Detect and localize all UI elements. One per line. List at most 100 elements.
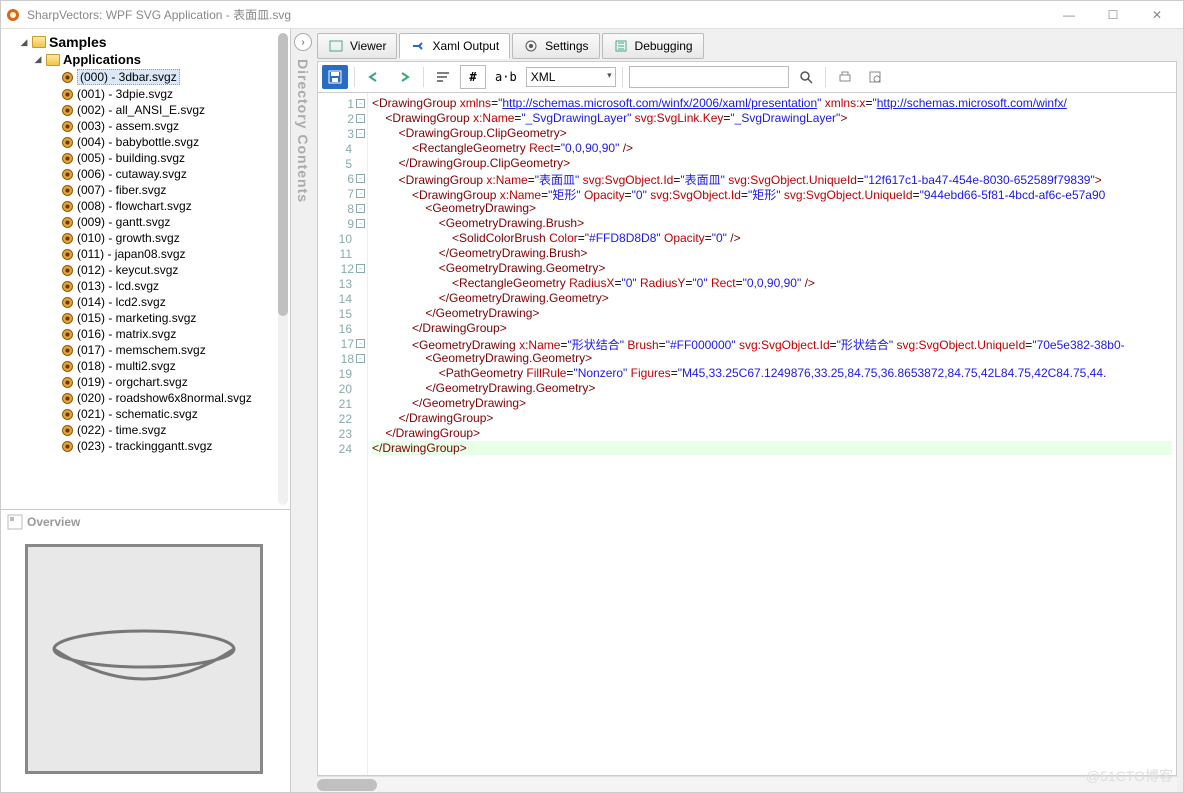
tab-label: Settings (545, 39, 588, 53)
tab-xaml-output[interactable]: Xaml Output (399, 33, 510, 59)
search-input[interactable] (629, 66, 789, 88)
save-button[interactable] (322, 65, 348, 89)
window-title: SharpVectors: WPF SVG Application - 表面皿.… (27, 6, 1047, 23)
tab-icon (523, 38, 539, 54)
gear-icon (61, 408, 74, 421)
tree-item[interactable]: (019) - orgchart.svgz (61, 374, 286, 390)
fold-icon[interactable]: - (356, 264, 365, 273)
gear-icon (61, 184, 74, 197)
search-button[interactable] (793, 65, 819, 89)
tree-item[interactable]: (016) - matrix.svgz (61, 326, 286, 342)
tree-item[interactable]: (017) - memschem.svgz (61, 342, 286, 358)
minimize-button[interactable]: — (1047, 2, 1091, 28)
fold-icon[interactable]: - (356, 129, 365, 138)
fold-icon[interactable]: - (356, 219, 365, 228)
language-select[interactable]: XML (526, 67, 616, 87)
gear-icon (61, 280, 74, 293)
gear-icon (61, 360, 74, 373)
tree-item-label: (021) - schematic.svgz (77, 407, 198, 421)
gutter: 1-2-3-456-7-8-9-101112-1314151617-18-192… (318, 93, 368, 775)
tab-icon (613, 38, 629, 54)
caret-icon[interactable]: ◢ (33, 54, 43, 65)
scrollbar-thumb[interactable] (317, 779, 377, 791)
tree-item[interactable]: (000) - 3dbar.svgz (61, 68, 286, 86)
tree-item[interactable]: (011) - japan08.svgz (61, 246, 286, 262)
tree-item[interactable]: (013) - lcd.svgz (61, 278, 286, 294)
maximize-button[interactable]: ☐ (1091, 2, 1135, 28)
fold-icon[interactable]: - (356, 114, 365, 123)
gear-icon (61, 120, 74, 133)
tree-item[interactable]: (023) - trackinggantt.svgz (61, 438, 286, 454)
fold-icon[interactable]: - (356, 174, 365, 183)
watermark: @51CTO博客 (1086, 766, 1173, 786)
tree-item-label: (012) - keycut.svgz (77, 263, 178, 277)
fold-icon[interactable]: - (356, 354, 365, 363)
fold-icon[interactable]: - (356, 99, 365, 108)
tree-item[interactable]: (018) - multi2.svgz (61, 358, 286, 374)
tree-item[interactable]: (015) - marketing.svgz (61, 310, 286, 326)
overview-title: Overview (1, 510, 290, 534)
tree-item[interactable]: (020) - roadshow6x8normal.svgz (61, 390, 286, 406)
tree-item[interactable]: (012) - keycut.svgz (61, 262, 286, 278)
print-button[interactable] (832, 65, 858, 89)
splitter-collapse-icon[interactable]: › (294, 33, 312, 51)
tree-area: ◢ Samples ◢ Applications (000) - 3dbar.s… (1, 29, 290, 509)
overview-panel: Overview (1, 509, 290, 792)
tab-debugging[interactable]: Debugging (602, 33, 704, 59)
tree-item[interactable]: (002) - all_ANSI_E.svgz (61, 102, 286, 118)
tree-item[interactable]: (014) - lcd2.svgz (61, 294, 286, 310)
app-icon (5, 7, 21, 23)
caret-icon[interactable]: ◢ (19, 37, 29, 48)
gear-icon (61, 88, 74, 101)
titlebar: SharpVectors: WPF SVG Application - 表面皿.… (1, 1, 1183, 29)
folder-icon (46, 54, 60, 66)
tree-item-label: (003) - assem.svgz (77, 119, 179, 133)
tree-item[interactable]: (010) - growth.svgz (61, 230, 286, 246)
wordwrap-button[interactable] (430, 65, 456, 89)
tree-item-label: (004) - babybottle.svgz (77, 135, 199, 149)
close-button[interactable]: ✕ (1135, 2, 1179, 28)
tree-item[interactable]: (003) - assem.svgz (61, 118, 286, 134)
fold-icon[interactable]: - (356, 339, 365, 348)
tree-apps[interactable]: ◢ Applications (33, 51, 286, 68)
tree-item[interactable]: (006) - cutaway.svgz (61, 166, 286, 182)
code-editor[interactable]: 1-2-3-456-7-8-9-101112-1314151617-18-192… (317, 93, 1177, 776)
ab-button[interactable]: a·b (490, 65, 522, 89)
overview-preview (25, 544, 263, 774)
fold-icon[interactable]: - (356, 204, 365, 213)
tab-viewer[interactable]: Viewer (317, 33, 397, 59)
redo-button[interactable] (391, 65, 417, 89)
tab-label: Xaml Output (432, 39, 499, 53)
splitter[interactable]: › Directory Contents (291, 29, 315, 792)
tree-item-label: (010) - growth.svgz (77, 231, 180, 245)
tab-settings[interactable]: Settings (512, 33, 599, 59)
tree-root[interactable]: ◢ Samples (19, 33, 286, 51)
tree-item[interactable]: (021) - schematic.svgz (61, 406, 286, 422)
tree-item-label: (011) - japan08.svgz (77, 247, 186, 261)
tree-item[interactable]: (022) - time.svgz (61, 422, 286, 438)
tree-item[interactable]: (004) - babybottle.svgz (61, 134, 286, 150)
gear-icon (61, 312, 74, 325)
undo-button[interactable] (361, 65, 387, 89)
tree-item[interactable]: (005) - building.svgz (61, 150, 286, 166)
gear-icon (61, 376, 74, 389)
tree-item[interactable]: (009) - gantt.svgz (61, 214, 286, 230)
print-preview-button[interactable] (862, 65, 888, 89)
code-area[interactable]: <DrawingGroup xmlns="http://schemas.micr… (368, 93, 1176, 775)
tree-item-label: (013) - lcd.svgz (77, 279, 159, 293)
tree-item[interactable]: (007) - fiber.svgz (61, 182, 286, 198)
tree-item-label: (017) - memschem.svgz (77, 343, 206, 357)
fold-icon[interactable]: - (356, 189, 365, 198)
scrollbar-thumb[interactable] (278, 33, 288, 316)
tab-icon (410, 38, 426, 54)
tree-scrollbar[interactable] (278, 33, 288, 505)
number-sign-button[interactable]: # (460, 65, 486, 89)
left-pane: ◢ Samples ◢ Applications (000) - 3dbar.s… (1, 29, 291, 792)
horizontal-scrollbar[interactable] (317, 776, 1177, 792)
tree-item-label: (007) - fiber.svgz (77, 183, 166, 197)
tree-item[interactable]: (001) - 3dpie.svgz (61, 86, 286, 102)
tree-item[interactable]: (008) - flowchart.svgz (61, 198, 286, 214)
gear-icon (61, 392, 74, 405)
gear-icon (61, 296, 74, 309)
gear-icon (61, 216, 74, 229)
